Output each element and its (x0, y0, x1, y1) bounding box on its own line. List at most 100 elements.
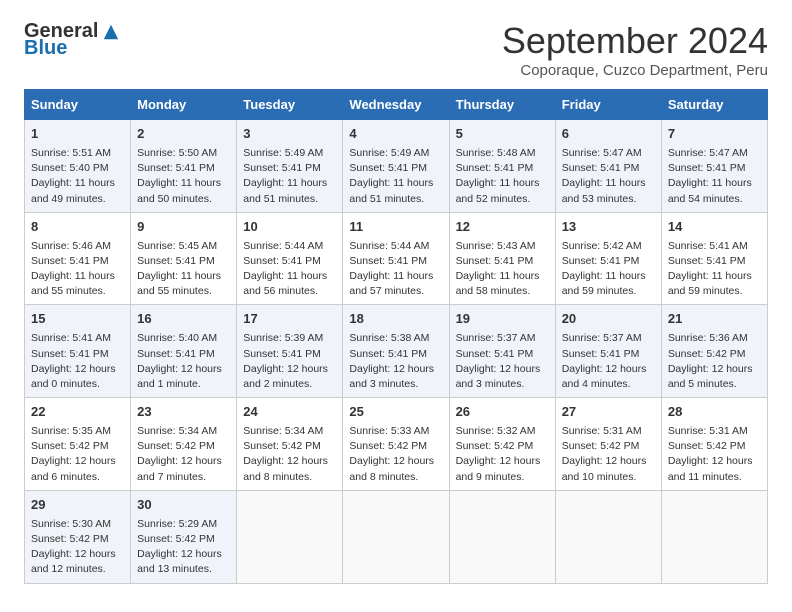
day-number: 24 (243, 403, 336, 422)
sunset-label: Sunset: 5:41 PM (243, 255, 321, 267)
sunset-label: Sunset: 5:41 PM (31, 348, 109, 360)
day-header-thursday: Thursday (449, 90, 555, 120)
calendar-cell: 5Sunrise: 5:48 AMSunset: 5:41 PMDaylight… (449, 120, 555, 213)
day-number: 15 (31, 310, 124, 329)
calendar-cell (343, 490, 449, 583)
day-header-tuesday: Tuesday (237, 90, 343, 120)
sunset-label: Sunset: 5:42 PM (137, 440, 215, 452)
calendar-cell: 11Sunrise: 5:44 AMSunset: 5:41 PMDayligh… (343, 212, 449, 305)
daylight-label: Daylight: 12 hours and 8 minutes. (349, 455, 434, 482)
daylight-label: Daylight: 11 hours and 53 minutes. (562, 177, 646, 204)
sunrise-label: Sunrise: 5:48 AM (456, 147, 536, 159)
daylight-label: Daylight: 12 hours and 3 minutes. (456, 363, 541, 390)
daylight-label: Daylight: 12 hours and 13 minutes. (137, 548, 222, 575)
sunset-label: Sunset: 5:41 PM (349, 162, 427, 174)
sunrise-label: Sunrise: 5:44 AM (243, 240, 323, 252)
sunset-label: Sunset: 5:41 PM (456, 255, 534, 267)
sunrise-label: Sunrise: 5:41 AM (668, 240, 748, 252)
calendar-cell: 15Sunrise: 5:41 AMSunset: 5:41 PMDayligh… (25, 305, 131, 398)
daylight-label: Daylight: 12 hours and 2 minutes. (243, 363, 328, 390)
day-number: 23 (137, 403, 230, 422)
daylight-label: Daylight: 11 hours and 51 minutes. (243, 177, 327, 204)
sunset-label: Sunset: 5:41 PM (243, 162, 321, 174)
sunrise-label: Sunrise: 5:37 AM (456, 332, 536, 344)
calendar-week-4: 22Sunrise: 5:35 AMSunset: 5:42 PMDayligh… (25, 398, 768, 491)
calendar-cell (237, 490, 343, 583)
calendar-week-1: 1Sunrise: 5:51 AMSunset: 5:40 PMDaylight… (25, 120, 768, 213)
calendar-cell: 30Sunrise: 5:29 AMSunset: 5:42 PMDayligh… (131, 490, 237, 583)
sunrise-label: Sunrise: 5:46 AM (31, 240, 111, 252)
day-number: 6 (562, 125, 655, 144)
sunrise-label: Sunrise: 5:47 AM (562, 147, 642, 159)
calendar-cell: 4Sunrise: 5:49 AMSunset: 5:41 PMDaylight… (343, 120, 449, 213)
logo-blue-text: Blue (24, 37, 67, 60)
day-number: 29 (31, 496, 124, 515)
sunrise-label: Sunrise: 5:47 AM (668, 147, 748, 159)
calendar-cell: 19Sunrise: 5:37 AMSunset: 5:41 PMDayligh… (449, 305, 555, 398)
calendar-table: SundayMondayTuesdayWednesdayThursdayFrid… (24, 89, 768, 584)
sunrise-label: Sunrise: 5:45 AM (137, 240, 217, 252)
day-header-sunday: Sunday (25, 90, 131, 120)
calendar-cell: 6 Sunrise: 5:47 AM Sunset: 5:41 PM Daylight… (555, 120, 661, 213)
day-header-friday: Friday (555, 90, 661, 120)
daylight-label: Daylight: 12 hours and 5 minutes. (668, 363, 753, 390)
daylight-label: Daylight: 12 hours and 3 minutes. (349, 363, 434, 390)
sunset-label: Sunset: 5:41 PM (349, 255, 427, 267)
sunrise-label: Sunrise: 5:30 AM (31, 518, 111, 530)
daylight-label: Daylight: 11 hours and 50 minutes. (137, 177, 221, 204)
sunset-label: Sunset: 5:41 PM (456, 162, 534, 174)
day-number: 28 (668, 403, 761, 422)
header: General Blue September 2024 Coporaque, C… (24, 20, 768, 79)
day-header-wednesday: Wednesday (343, 90, 449, 120)
sunrise-label: Sunrise: 5:34 AM (137, 425, 217, 437)
sunrise-label: Sunrise: 5:32 AM (456, 425, 536, 437)
sunset-label: Sunset: 5:42 PM (31, 533, 109, 545)
sunrise-label: Sunrise: 5:36 AM (668, 332, 748, 344)
calendar-header-row: SundayMondayTuesdayWednesdayThursdayFrid… (25, 90, 768, 120)
day-number: 10 (243, 218, 336, 237)
logo-icon (102, 23, 120, 41)
sunset-label: Sunset: 5:41 PM (243, 348, 321, 360)
calendar-cell (555, 490, 661, 583)
calendar-week-2: 8 Sunrise: 5:46 AM Sunset: 5:41 PM Daylight… (25, 212, 768, 305)
sunrise-label: Sunrise: 5:40 AM (137, 332, 217, 344)
calendar-cell: 9Sunrise: 5:45 AMSunset: 5:41 PMDaylight… (131, 212, 237, 305)
calendar-week-5: 29 Sunrise: 5:30 AM Sunset: 5:42 PM Dayligh… (25, 490, 768, 583)
day-number: 16 (137, 310, 230, 329)
day-number: 12 (456, 218, 549, 237)
daylight-label: Daylight: 11 hours and 59 minutes. (668, 270, 752, 297)
calendar-cell: 18Sunrise: 5:38 AMSunset: 5:41 PMDayligh… (343, 305, 449, 398)
daylight-label: Daylight: 11 hours and 56 minutes. (243, 270, 327, 297)
calendar-cell: 24Sunrise: 5:34 AMSunset: 5:42 PMDayligh… (237, 398, 343, 491)
logo: General Blue (24, 20, 120, 60)
sunset-label: Sunset: 5:42 PM (243, 440, 321, 452)
calendar-cell: 14Sunrise: 5:41 AMSunset: 5:41 PMDayligh… (661, 212, 767, 305)
sunset-label: Sunset: 5:41 PM (668, 255, 746, 267)
sunset-label: Sunset: 5:42 PM (456, 440, 534, 452)
calendar-cell: 27Sunrise: 5:31 AMSunset: 5:42 PMDayligh… (555, 398, 661, 491)
sunset-label: Sunset: 5:42 PM (31, 440, 109, 452)
calendar-cell: 26Sunrise: 5:32 AMSunset: 5:42 PMDayligh… (449, 398, 555, 491)
sunset-label: Sunset: 5:41 PM (137, 162, 215, 174)
day-number: 22 (31, 403, 124, 422)
day-number: 25 (349, 403, 442, 422)
sunset-label: Sunset: 5:42 PM (668, 348, 746, 360)
day-number: 8 (31, 218, 124, 237)
sunset-label: Sunset: 5:41 PM (562, 162, 640, 174)
day-header-monday: Monday (131, 90, 237, 120)
calendar-cell: 29Sunrise: 5:30 AMSunset: 5:42 PMDayligh… (25, 490, 131, 583)
daylight-label: Daylight: 12 hours and 1 minute. (137, 363, 222, 390)
daylight-label: Daylight: 11 hours and 54 minutes. (668, 177, 752, 204)
day-number: 18 (349, 310, 442, 329)
daylight-label: Daylight: 12 hours and 0 minutes. (31, 363, 116, 390)
daylight-label: Daylight: 12 hours and 9 minutes. (456, 455, 541, 482)
sunset-label: Sunset: 5:41 PM (562, 348, 640, 360)
sunset-label: Sunset: 5:42 PM (668, 440, 746, 452)
daylight-label: Daylight: 11 hours and 49 minutes. (31, 177, 115, 204)
calendar-cell (449, 490, 555, 583)
sunset-label: Sunset: 5:42 PM (137, 533, 215, 545)
calendar-cell: 25Sunrise: 5:33 AMSunset: 5:42 PMDayligh… (343, 398, 449, 491)
day-number: 21 (668, 310, 761, 329)
title-area: September 2024 Coporaque, Cuzco Departme… (502, 20, 768, 79)
day-number: 3 (243, 125, 336, 144)
